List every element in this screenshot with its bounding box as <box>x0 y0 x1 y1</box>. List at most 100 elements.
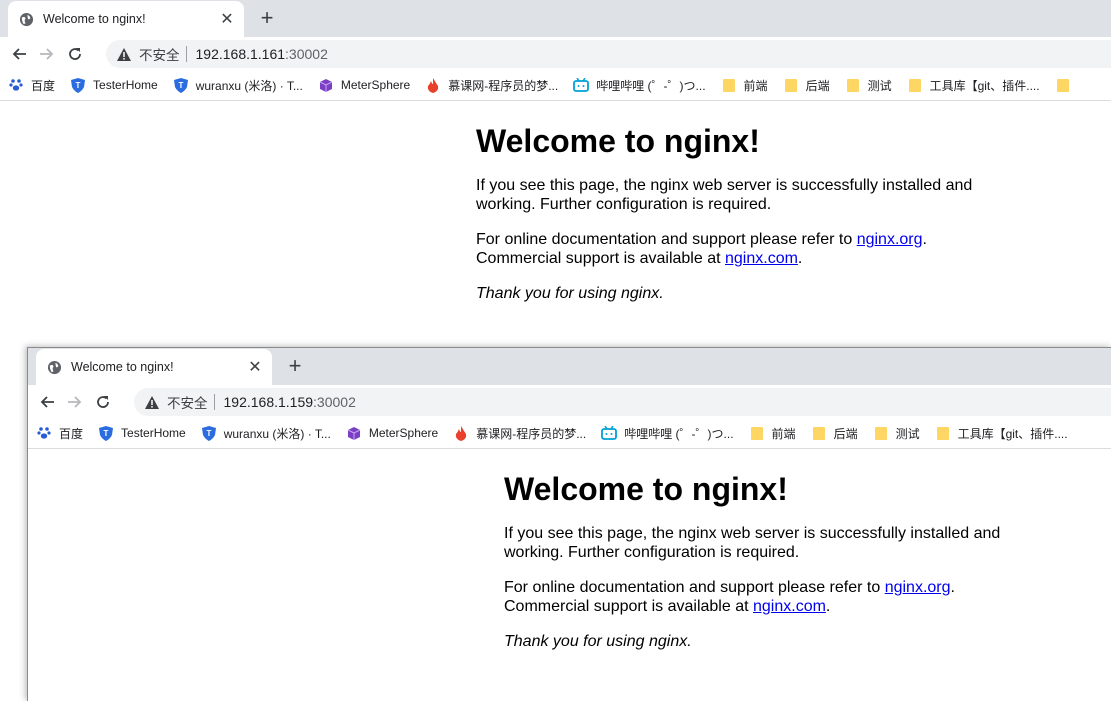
bookmark-label: 测试 <box>895 426 920 441</box>
intro-paragraph: If you see this page, the nginx web serv… <box>504 525 1001 561</box>
shield-icon: T <box>70 77 86 93</box>
folder-icon <box>907 77 923 93</box>
bookmark-item[interactable]: 慕课网-程序员的梦... <box>453 425 586 442</box>
back-button[interactable] <box>5 40 33 68</box>
bookmark-item[interactable]: 哔哩哔哩 (゜-゜)つ... <box>601 425 734 442</box>
bookmark-item[interactable]: T TesterHome <box>98 425 186 441</box>
globe-icon <box>46 359 62 375</box>
nginx-com-link[interactable]: nginx.com <box>753 598 826 615</box>
bookmark-label: TesterHome <box>93 78 158 92</box>
tab-title: Welcome to nginx! <box>43 12 146 26</box>
security-label[interactable]: 不安全 <box>139 44 180 64</box>
bookmarks-bar: 百度 T TesterHome T wuranxu (米洛) · T... Me… <box>0 70 1111 101</box>
nginx-welcome: Welcome to nginx! If you see this page, … <box>504 449 1024 651</box>
warning-icon[interactable] <box>116 46 132 62</box>
bookmark-item[interactable]: T wuranxu (米洛) · T... <box>201 425 331 442</box>
back-button[interactable] <box>33 388 61 416</box>
svg-text:T: T <box>178 81 183 90</box>
address-bar[interactable]: 不安全 192.168.1.161 :30002 <box>106 40 1111 68</box>
new-tab-button[interactable]: + <box>255 5 279 30</box>
cube-icon <box>346 425 362 441</box>
page-heading: Welcome to nginx! <box>476 123 760 159</box>
bookmark-folder[interactable] <box>1055 77 1078 93</box>
thanks-paragraph: Thank you for using nginx. <box>476 284 996 303</box>
bookmark-folder[interactable]: 前端 <box>721 77 768 94</box>
bookmark-label: 百度 <box>31 78 56 93</box>
folder-icon <box>783 77 799 93</box>
security-label[interactable]: 不安全 <box>167 392 208 412</box>
browser-window-2: Welcome to nginx! ✕ + 不安全 192.168.1.159 … <box>27 347 1111 701</box>
reload-button[interactable] <box>61 40 89 68</box>
bookmark-label: 前端 <box>743 78 768 93</box>
close-tab-icon[interactable]: ✕ <box>246 358 264 376</box>
bookmark-item[interactable]: 慕课网-程序员的梦... <box>425 77 558 94</box>
bookmark-label: 百度 <box>59 426 84 441</box>
folder-icon <box>845 77 861 93</box>
bookmark-label: 工具库【git、插件.... <box>929 78 1040 93</box>
page-heading: Welcome to nginx! <box>504 471 788 507</box>
commercial-text: . <box>797 250 803 267</box>
bookmark-item[interactable]: 哔哩哔哩 (゜-゜)つ... <box>573 77 706 94</box>
folder-icon <box>811 425 827 441</box>
new-tab-button[interactable]: + <box>283 353 307 378</box>
bookmark-folder[interactable]: 工具库【git、插件.... <box>935 425 1068 442</box>
bookmark-item[interactable]: T TesterHome <box>70 77 158 93</box>
bookmark-folder[interactable]: 后端 <box>811 425 858 442</box>
bookmarks-bar: 百度 T TesterHome T wuranxu (米洛) · T... Me… <box>28 418 1111 449</box>
bookmark-label: 前端 <box>771 426 796 441</box>
thanks-text: Thank you for using nginx. <box>476 285 664 302</box>
svg-text:T: T <box>104 429 109 438</box>
divider <box>185 46 187 62</box>
url-host: 192.168.1.161 <box>195 46 286 62</box>
tab-title: Welcome to nginx! <box>71 360 174 374</box>
folder-icon <box>1055 77 1071 93</box>
address-bar[interactable]: 不安全 192.168.1.159 :30002 <box>134 388 1111 416</box>
bookmark-item[interactable]: T wuranxu (米洛) · T... <box>173 77 303 94</box>
warning-icon[interactable] <box>144 394 160 410</box>
tab-strip: Welcome to nginx! ✕ + <box>28 348 1111 385</box>
globe-icon <box>18 11 34 27</box>
toolbar: 不安全 192.168.1.159 :30002 <box>28 385 1111 418</box>
commercial-text: Commercial support is available at <box>504 598 753 615</box>
forward-button[interactable] <box>61 388 89 416</box>
nginx-com-link[interactable]: nginx.com <box>725 250 798 267</box>
svg-text:T: T <box>206 429 211 438</box>
support-text: For online documentation and support ple… <box>476 231 857 248</box>
bookmark-label: 工具库【git、插件.... <box>957 426 1068 441</box>
paw-icon <box>36 425 52 441</box>
nginx-welcome: Welcome to nginx! If you see this page, … <box>476 101 996 303</box>
bookmark-item[interactable]: MeterSphere <box>318 77 410 93</box>
bookmark-label: wuranxu (米洛) · T... <box>195 78 303 93</box>
bookmark-folder[interactable]: 测试 <box>845 77 892 94</box>
bookmark-item[interactable]: 百度 <box>8 77 55 94</box>
thanks-paragraph: Thank you for using nginx. <box>504 632 1024 651</box>
bookmark-label: MeterSphere <box>368 426 439 440</box>
bookmark-item[interactable]: MeterSphere <box>346 425 438 441</box>
bookmark-folder[interactable]: 前端 <box>749 425 796 442</box>
bookmark-label: 哔哩哔哩 (゜-゜)つ... <box>596 78 706 93</box>
toolbar: 不安全 192.168.1.161 :30002 <box>0 37 1111 70</box>
tab-active[interactable]: Welcome to nginx! ✕ <box>36 349 272 385</box>
bookmark-label: TesterHome <box>121 426 186 440</box>
url-port: :30002 <box>285 46 328 62</box>
close-tab-icon[interactable]: ✕ <box>218 10 236 28</box>
support-text: For online documentation and support ple… <box>504 579 885 596</box>
bookmark-folder[interactable]: 后端 <box>783 77 830 94</box>
url-host: 192.168.1.159 <box>223 394 314 410</box>
shield-icon: T <box>201 425 217 441</box>
bookmark-folder[interactable]: 测试 <box>873 425 920 442</box>
shield-icon: T <box>98 425 114 441</box>
forward-button[interactable] <box>33 40 61 68</box>
bookmark-folder[interactable]: 工具库【git、插件.... <box>907 77 1040 94</box>
reload-button[interactable] <box>89 388 117 416</box>
bookmark-label: 哔哩哔哩 (゜-゜)つ... <box>624 426 734 441</box>
bookmark-label: 后端 <box>805 78 830 93</box>
flame-icon <box>453 425 469 441</box>
nginx-org-link[interactable]: nginx.org <box>857 231 923 248</box>
nginx-org-link[interactable]: nginx.org <box>885 579 951 596</box>
tab-active[interactable]: Welcome to nginx! ✕ <box>8 1 244 37</box>
bookmark-label: 后端 <box>833 426 858 441</box>
cube-icon <box>318 77 334 93</box>
bookmark-item[interactable]: 百度 <box>36 425 83 442</box>
commercial-text: Commercial support is available at <box>476 250 725 267</box>
